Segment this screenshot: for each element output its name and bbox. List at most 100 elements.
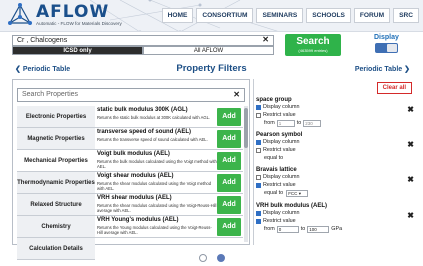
restrict-value-option[interactable]: Restrict value — [256, 146, 406, 154]
property-description: Returns the bulk modulus calculated usin… — [97, 159, 217, 169]
pager-dot-1[interactable] — [198, 254, 207, 262]
checkbox[interactable] — [256, 218, 261, 224]
pager-dot-2[interactable] — [216, 254, 225, 262]
checkbox[interactable] — [256, 139, 261, 145]
display-column-option[interactable]: Display column — [256, 209, 406, 217]
property-name: VRH shear modulus (AEL) — [97, 195, 172, 201]
category-chemistry[interactable]: Chemistry — [17, 216, 95, 238]
filter-bravais-lattice: Bravais lattice Display column Restrict … — [256, 167, 414, 197]
search-button-label: Search — [296, 36, 330, 47]
brand-name[interactable]: AFLOW — [36, 2, 109, 22]
display-column-option[interactable]: Display column — [256, 173, 406, 181]
nav-home[interactable]: HOME — [161, 8, 194, 23]
site-header: AFLOW Automatic - FLOW for Materials Dis… — [0, 0, 423, 32]
property-search-input[interactable]: Search Properties ✕ — [17, 88, 245, 102]
restrict-value-label: Restrict value — [263, 112, 296, 118]
from-label: from — [264, 226, 275, 232]
add-button[interactable]: Add — [217, 130, 241, 148]
display-column-option[interactable]: Display column — [256, 103, 406, 111]
equal-to-label: equal to — [264, 155, 284, 161]
property-description: Returns the shear modulus calculated usi… — [97, 181, 212, 191]
tab-icsd-only[interactable]: ICSD only — [12, 46, 143, 55]
display-column-option[interactable]: Display column — [256, 138, 406, 146]
close-icon[interactable]: ✖ — [407, 105, 414, 114]
list-item: transverse speed of sound (AEL) Returns … — [95, 128, 243, 150]
add-button[interactable]: Add — [217, 218, 241, 236]
property-scrollbar[interactable] — [244, 106, 248, 242]
filter-pearson-symbol: Pearson symbol Display column Restrict v… — [256, 132, 414, 162]
display-column-label: Display column — [263, 104, 300, 110]
close-icon[interactable]: ✖ — [407, 140, 414, 149]
close-icon[interactable]: ✖ — [407, 211, 414, 220]
close-icon[interactable]: ✕ — [262, 36, 269, 44]
equal-row: equal to — [256, 154, 406, 162]
range-row: from 0 to 100 GPa — [256, 225, 406, 233]
property-search-placeholder: Search Properties — [22, 91, 79, 98]
element-search-input[interactable]: Cr , Chalcogens ✕ — [12, 35, 274, 46]
nav-forum[interactable]: FORUM — [353, 8, 391, 23]
add-button[interactable]: Add — [217, 152, 241, 170]
property-description: Returns the shear modulus calculated usi… — [97, 203, 217, 213]
category-thermodynamic[interactable]: Thermodynamic Properties — [17, 172, 95, 194]
to-input[interactable]: 100 — [307, 225, 330, 233]
checkbox[interactable] — [256, 174, 261, 180]
element-search-value: Cr , Chalcogens — [17, 37, 68, 44]
search-button-count: (463599 entries) — [298, 48, 328, 53]
search-button[interactable]: Search (463599 entries) — [285, 34, 341, 56]
checkbox[interactable] — [256, 112, 261, 118]
from-input[interactable]: 1 — [276, 119, 295, 127]
display-toggle[interactable] — [375, 43, 398, 53]
checkbox[interactable] — [256, 182, 261, 188]
restrict-value-option[interactable]: Restrict value — [256, 111, 406, 119]
filter-vrh-bulk-modulus: VRH bulk modulus (AEL) Display column Re… — [256, 203, 414, 233]
category-mechanical[interactable]: Mechanical Properties — [17, 150, 95, 172]
main-nav: HOME CONSORTIUM SEMINARS SCHOOLS FORUM S… — [159, 8, 419, 23]
restrict-value-option[interactable]: Restrict value — [256, 217, 406, 225]
clear-all-button[interactable]: Clear all — [376, 82, 412, 94]
list-item: Voigt bulk modulus (AEL) Returns the bul… — [95, 150, 243, 172]
search-area: Cr , Chalcogens ✕ ICSD only All AFLOW — [12, 35, 274, 56]
aflow-logo[interactable] — [6, 3, 34, 29]
property-name: Voigt bulk modulus (AEL) — [97, 151, 170, 157]
checkbox[interactable] — [256, 210, 261, 216]
periodic-table-link-right[interactable]: Periodic Table ❯ — [355, 65, 410, 73]
chevron-right-icon: ❯ — [404, 66, 410, 73]
display-label: Display — [374, 34, 399, 41]
display-column-label: Display column — [263, 210, 300, 216]
range-row: from 1 to 230 — [256, 119, 406, 127]
add-button[interactable]: Add — [217, 108, 241, 126]
property-name: VRH Young's modulus (AEL) — [97, 217, 179, 223]
tab-all-aflow[interactable]: All AFLOW — [143, 46, 274, 55]
list-item: VRH shear modulus (AEL) Returns the shea… — [95, 194, 243, 216]
carousel-pager — [0, 254, 423, 262]
add-button[interactable]: Add — [217, 174, 241, 192]
nav-schools[interactable]: SCHOOLS — [306, 8, 351, 23]
restrict-value-label: Restrict value — [263, 218, 296, 224]
close-icon[interactable]: ✕ — [233, 90, 240, 99]
to-label: to — [300, 226, 306, 232]
checkbox[interactable] — [256, 147, 261, 153]
category-magnetic[interactable]: Magnetic Properties — [17, 128, 95, 150]
add-button[interactable]: Add — [217, 196, 241, 214]
to-input[interactable]: 230 — [303, 119, 322, 127]
nav-src[interactable]: SRC — [393, 8, 419, 23]
category-electronic[interactable]: Electronic Properties — [17, 106, 95, 128]
property-name: static bulk modulus 300K (AGL) — [97, 107, 188, 113]
property-description: Returns the Young modulus calculated usi… — [97, 225, 212, 235]
nav-consortium[interactable]: CONSORTIUM — [196, 8, 254, 23]
lattice-select[interactable]: FCC ▾ — [286, 189, 309, 197]
display-column-label: Display column — [263, 174, 300, 180]
close-icon[interactable]: ✖ — [407, 175, 414, 184]
property-panel: Search Properties ✕ Electronic Propertie… — [12, 79, 250, 260]
chevron-down-icon: ▾ — [298, 190, 301, 196]
checkbox[interactable] — [256, 104, 261, 110]
restrict-value-option[interactable]: Restrict value — [256, 181, 406, 189]
category-relaxed-structure[interactable]: Relaxed Structure — [17, 194, 95, 216]
property-description: Returns the transverse speed of sound ca… — [97, 137, 208, 142]
restrict-value-label: Restrict value — [263, 182, 296, 188]
from-input[interactable]: 0 — [276, 225, 299, 233]
nav-seminars[interactable]: SEMINARS — [256, 8, 304, 23]
periodic-table-right-label: Periodic Table — [354, 66, 403, 73]
database-tabs: ICSD only All AFLOW — [12, 46, 274, 55]
scrollbar-thumb[interactable] — [244, 108, 248, 148]
